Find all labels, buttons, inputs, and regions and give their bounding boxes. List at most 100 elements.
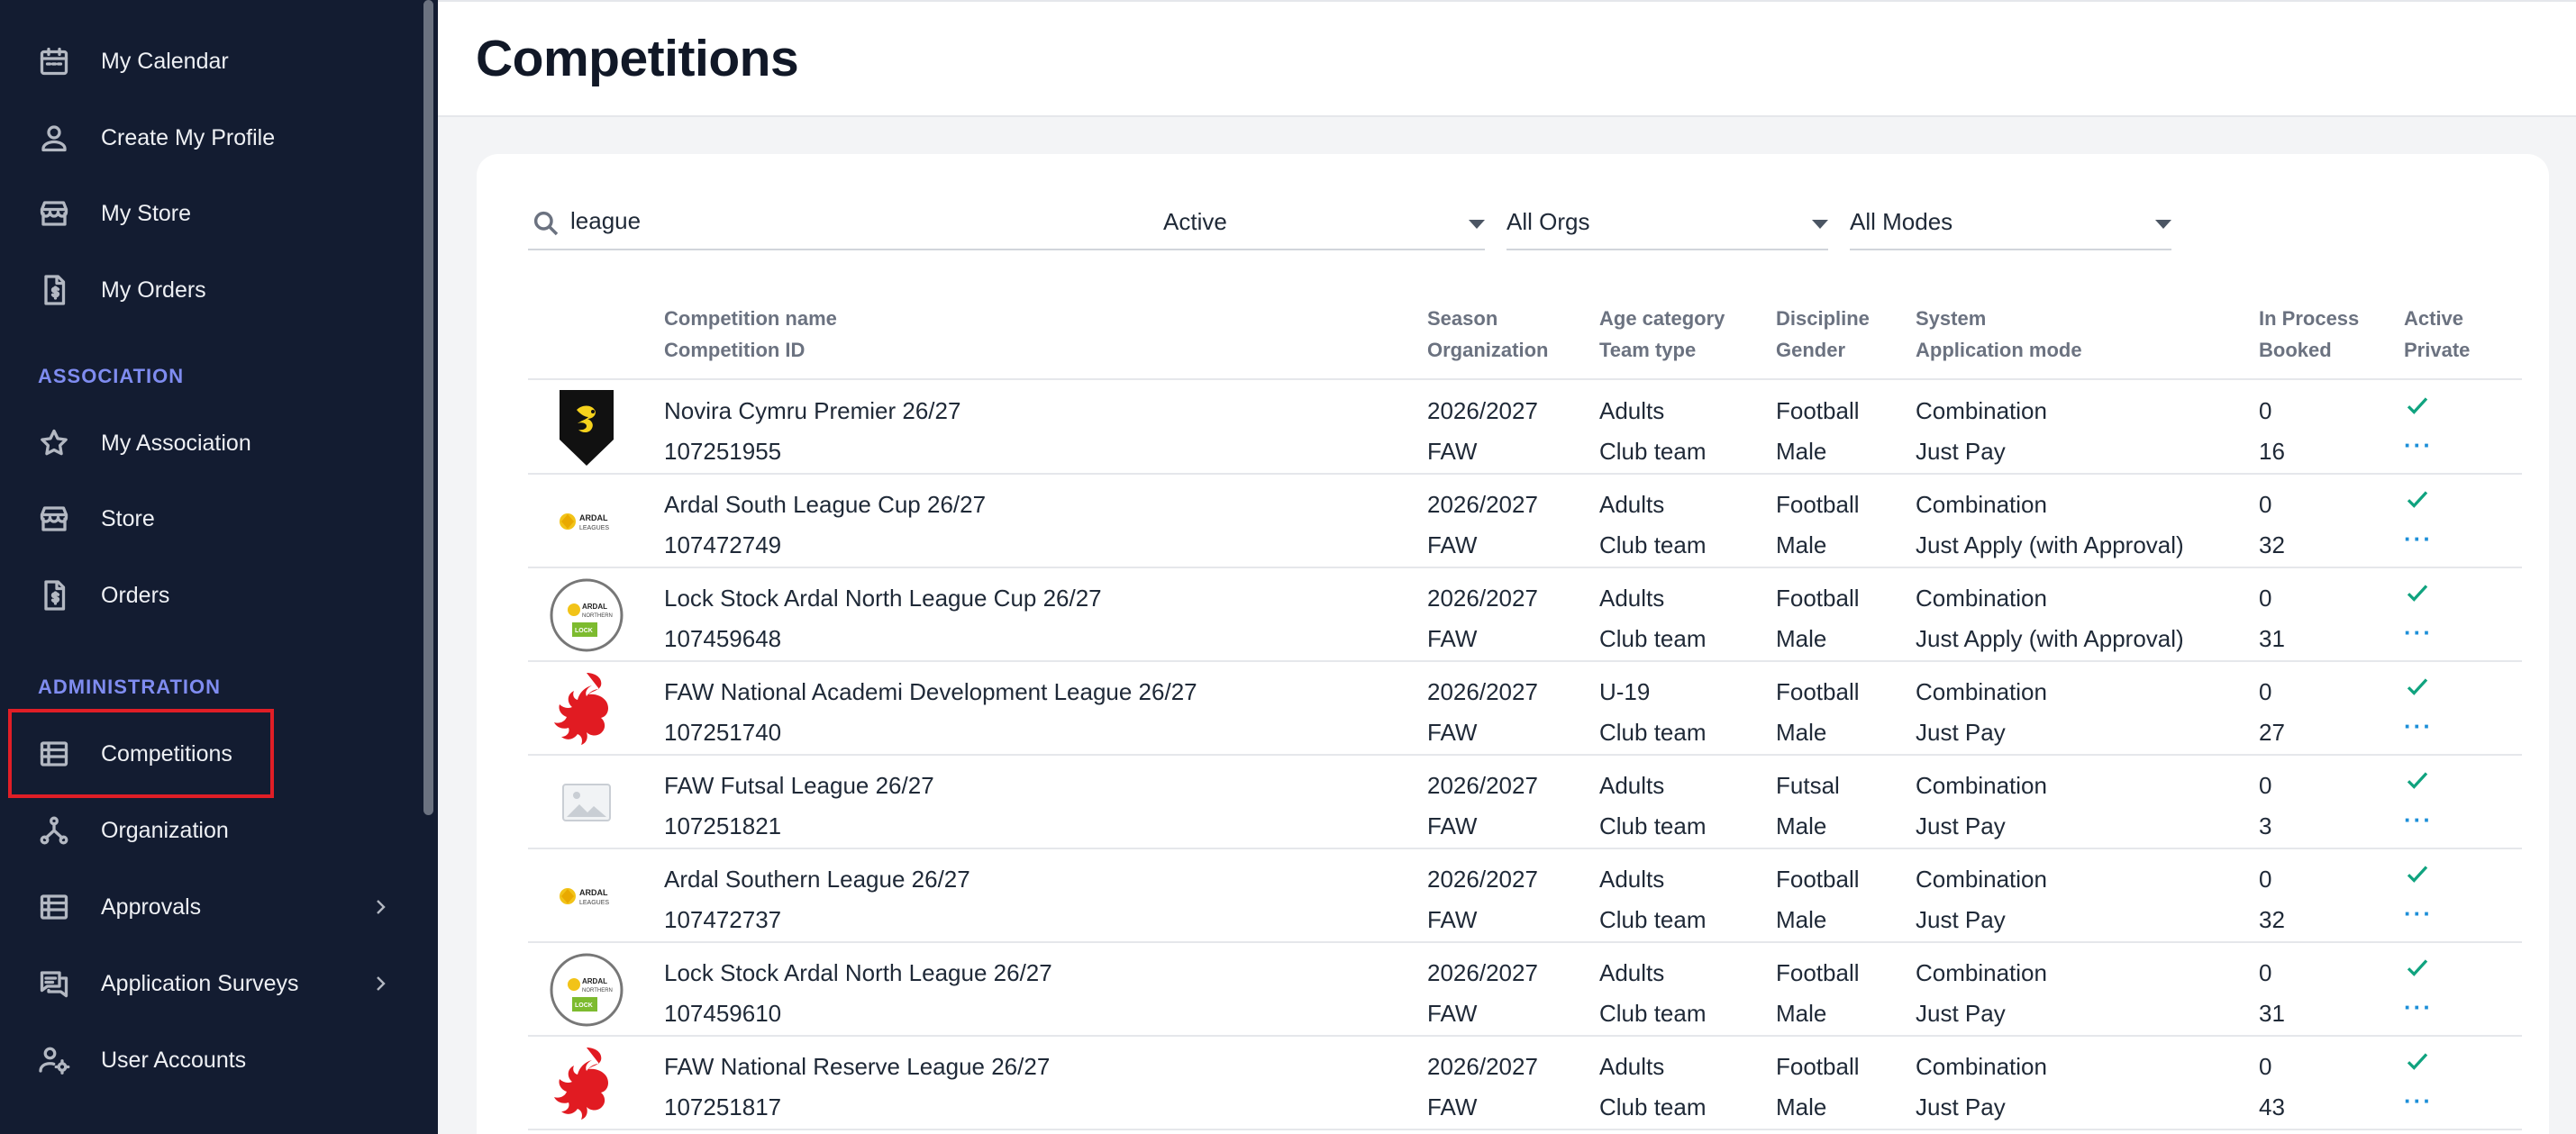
season-cell: 2026/2027 FAW bbox=[1427, 859, 1538, 940]
sidebar-item-label: Create My Profile bbox=[101, 124, 276, 150]
organization: FAW bbox=[1427, 625, 1478, 652]
table-row[interactable]: ARDAL NORTHERN LOCK Lock Stock Ardal North… bbox=[528, 567, 2522, 662]
page-title: Competitions bbox=[476, 30, 799, 87]
system-cell: Combination Just Pay bbox=[1916, 953, 2047, 1034]
user-gear-icon bbox=[36, 1042, 72, 1078]
competition-name[interactable]: FAW National Reserve League 26/27 bbox=[664, 1047, 1050, 1087]
col-header-active[interactable]: Active Private bbox=[2404, 303, 2470, 366]
system: Combination bbox=[1916, 678, 2047, 705]
gender: Male bbox=[1776, 531, 1827, 558]
name-cell: FAW Futsal League 26/27 107251821 bbox=[664, 766, 934, 847]
booked-count: 16 bbox=[2259, 438, 2285, 465]
system-cell: Combination Just Pay bbox=[1916, 391, 2047, 472]
list-icon bbox=[36, 889, 72, 925]
active-cell: ··· bbox=[2404, 859, 2433, 940]
modes-select[interactable]: All Modes bbox=[1850, 195, 2171, 250]
competition-name[interactable]: Novira Cymru Premier 26/27 bbox=[664, 391, 960, 431]
competition-id: 107251955 bbox=[664, 438, 782, 465]
sidebar-item-approvals[interactable]: Approvals bbox=[0, 869, 423, 945]
col-header-name[interactable]: Competition name Competition ID bbox=[664, 303, 837, 366]
competition-id: 107251740 bbox=[664, 719, 782, 746]
sidebar-item-organization[interactable]: Organization bbox=[0, 793, 423, 868]
sidebar-item-create-my-profile[interactable]: Create My Profile bbox=[0, 100, 423, 176]
sidebar-item-application-surveys[interactable]: Application Surveys bbox=[0, 946, 423, 1021]
chevron-right-icon bbox=[369, 896, 391, 918]
sidebar-item-my-store[interactable]: My Store bbox=[0, 176, 423, 251]
age-category: Adults bbox=[1599, 1053, 1665, 1080]
process-cell: 0 31 bbox=[2259, 578, 2285, 659]
discipline-cell: Football Male bbox=[1776, 672, 1860, 753]
competition-name[interactable]: Ardal Southern League 26/27 bbox=[664, 859, 970, 900]
season: 2026/2027 bbox=[1427, 585, 1538, 612]
name-cell: Ardal Southern League 26/27 107472737 bbox=[664, 859, 970, 940]
name-cell: FAW National Academi Development League … bbox=[664, 672, 1197, 753]
col-header-process[interactable]: In Process Booked bbox=[2259, 303, 2359, 366]
ardal-leagues-logo: ARDAL LEAGUES bbox=[549, 856, 624, 937]
col-header-line: System bbox=[1916, 307, 1987, 330]
more-dots-icon[interactable]: ··· bbox=[2404, 712, 2433, 753]
sidebar-item-store[interactable]: Store bbox=[0, 481, 423, 557]
caret-down-icon bbox=[1469, 220, 1485, 229]
team-type: Club team bbox=[1599, 812, 1707, 839]
table-row[interactable]: ARDAL LEAGUES Ardal Southern League 26/27… bbox=[528, 848, 2522, 943]
table-row[interactable]: FAW National Reserve League 26/27 107251… bbox=[528, 1036, 2522, 1130]
more-dots-icon[interactable]: ··· bbox=[2404, 525, 2433, 566]
gender: Male bbox=[1776, 1093, 1827, 1120]
orgs-select[interactable]: All Orgs bbox=[1506, 195, 1828, 250]
in-process-count: 0 bbox=[2259, 397, 2272, 424]
more-dots-icon[interactable]: ··· bbox=[2404, 431, 2433, 472]
table-row[interactable]: ARDAL NORTHERN LOCK Lock Stock Ardal North… bbox=[528, 942, 2522, 1037]
more-dots-icon[interactable]: ··· bbox=[2404, 993, 2433, 1034]
more-dots-icon[interactable]: ··· bbox=[2404, 619, 2433, 659]
col-header-season[interactable]: Season Organization bbox=[1427, 303, 1548, 366]
red-dragon-logo bbox=[549, 668, 624, 749]
sidebar-item-user-accounts[interactable]: User Accounts bbox=[0, 1022, 423, 1098]
age-category: Adults bbox=[1599, 585, 1665, 612]
competition-id: 107459648 bbox=[664, 625, 782, 652]
col-header-system[interactable]: System Application mode bbox=[1916, 303, 2082, 366]
search-input[interactable] bbox=[570, 207, 1093, 235]
col-header-line: Booked bbox=[2259, 339, 2332, 361]
table-row[interactable]: FAW National Academi Development League … bbox=[528, 661, 2522, 756]
sidebar-item-my-orders[interactable]: My Orders bbox=[0, 252, 423, 328]
table-row[interactable]: ARDAL LEAGUES Ardal South League Cup 26/2… bbox=[528, 474, 2522, 568]
col-header-age[interactable]: Age category Team type bbox=[1599, 303, 1725, 366]
age-category: Adults bbox=[1599, 772, 1665, 799]
competition-name[interactable]: FAW National Academi Development League … bbox=[664, 672, 1197, 712]
age-cell: Adults Club team bbox=[1599, 485, 1707, 566]
table-row[interactable]: Novira Cymru Premier 26/27 107251955 202… bbox=[528, 380, 2522, 475]
star-icon bbox=[36, 425, 72, 461]
in-process-count: 0 bbox=[2259, 678, 2272, 705]
svg-text:NORTHERN: NORTHERN bbox=[582, 613, 613, 619]
col-header-discipline[interactable]: Discipline Gender bbox=[1776, 303, 1870, 366]
more-dots-icon[interactable]: ··· bbox=[2404, 806, 2433, 847]
more-dots-icon[interactable]: ··· bbox=[2404, 900, 2433, 940]
col-header-line: Competition name bbox=[664, 307, 837, 330]
checkmark-icon bbox=[2404, 1047, 2433, 1087]
table-row[interactable]: FAW Futsal League 26/27 107251821 2026/2… bbox=[528, 755, 2522, 849]
age-cell: U-19 Club team bbox=[1599, 672, 1707, 753]
system-cell: Combination Just Apply (with Approval) bbox=[1916, 578, 2184, 659]
age-cell: Adults Club team bbox=[1599, 953, 1707, 1034]
sidebar-item-orders[interactable]: Orders bbox=[0, 558, 423, 633]
system-cell: Combination Just Apply (with Approval) bbox=[1916, 485, 2184, 566]
competition-name[interactable]: Ardal South League Cup 26/27 bbox=[664, 485, 986, 525]
svg-text:LOCK: LOCK bbox=[575, 628, 593, 634]
gender: Male bbox=[1776, 1000, 1827, 1027]
competition-name[interactable]: FAW Futsal League 26/27 bbox=[664, 766, 934, 806]
sidebar: My Calendar Create My Profile My Store M… bbox=[0, 0, 438, 1134]
sidebar-scrollbar[interactable] bbox=[423, 0, 433, 815]
svg-text:ARDAL: ARDAL bbox=[579, 513, 608, 522]
season: 2026/2027 bbox=[1427, 491, 1538, 518]
competition-id: 107251817 bbox=[664, 1093, 782, 1120]
competition-name[interactable]: Lock Stock Ardal North League Cup 26/27 bbox=[664, 578, 1102, 619]
sidebar-item-my-calendar[interactable]: My Calendar bbox=[0, 23, 423, 99]
age-cell: Adults Club team bbox=[1599, 391, 1707, 472]
sidebar-item-my-association[interactable]: My Association bbox=[0, 405, 423, 481]
name-cell: Lock Stock Ardal North League 26/27 1074… bbox=[664, 953, 1052, 1034]
booked-count: 31 bbox=[2259, 1000, 2285, 1027]
search-box[interactable] bbox=[528, 195, 1166, 250]
more-dots-icon[interactable]: ··· bbox=[2404, 1087, 2433, 1128]
competition-name[interactable]: Lock Stock Ardal North League 26/27 bbox=[664, 953, 1052, 993]
status-select[interactable]: Active bbox=[1163, 195, 1485, 250]
